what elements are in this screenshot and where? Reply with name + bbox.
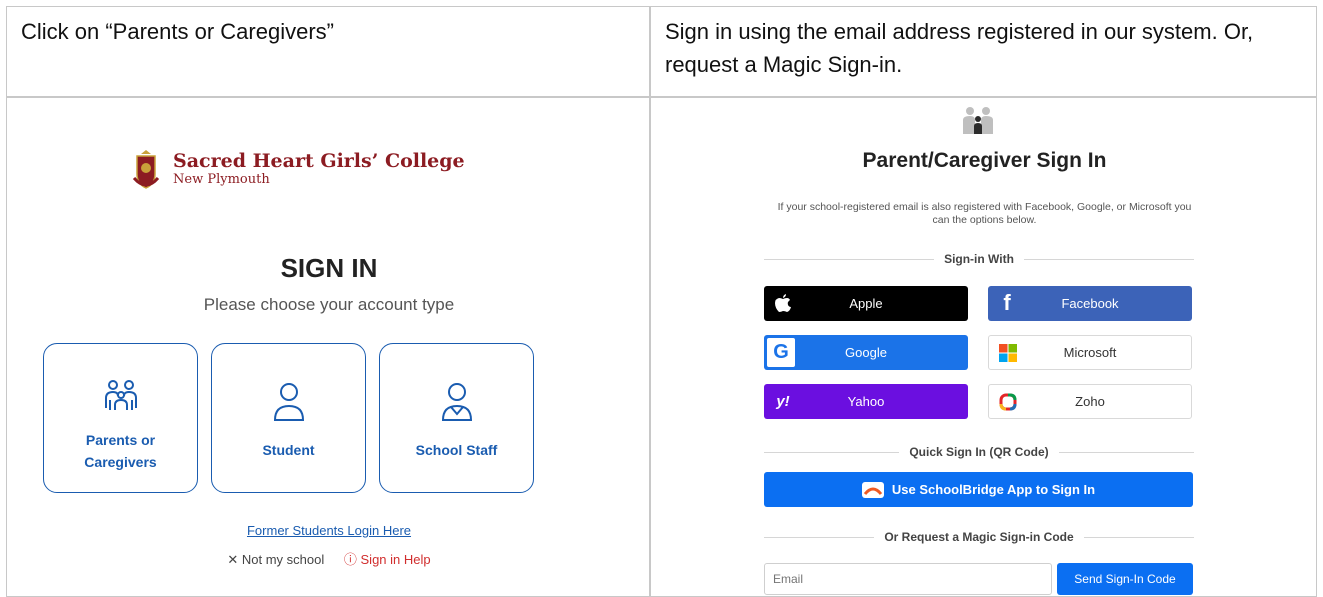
signin-with-divider: Sign-in With	[764, 252, 1194, 266]
schoolbridge-icon	[861, 481, 884, 498]
facebook-icon: f	[1003, 290, 1011, 315]
school-logo: Sacred Heart Girls’ College New Plymouth	[131, 148, 465, 190]
schoolbridge-app-label: Use SchoolBridge App to Sign In	[891, 482, 1096, 497]
magic-divider-label: Or Request a Magic Sign-in Code	[874, 530, 1084, 544]
zoho-icon	[997, 391, 1019, 413]
magic-divider: Or Request a Magic Sign-in Code	[764, 530, 1194, 544]
google-icon: G	[767, 338, 795, 367]
former-students-link[interactable]: Former Students Login Here	[7, 523, 649, 538]
instruction-cell-right: Sign in using the email address register…	[650, 6, 1317, 97]
student-label: Student	[262, 442, 315, 458]
school-staff-button[interactable]: School Staff	[379, 343, 534, 493]
microsoft-label: Microsoft	[1063, 345, 1117, 360]
student-button[interactable]: Student	[211, 343, 366, 493]
school-staff-label: School Staff	[415, 442, 498, 458]
school-location: New Plymouth	[173, 172, 270, 187]
instruction-text-right: Sign in using the email address register…	[665, 19, 1254, 77]
yahoo-icon: y!	[776, 392, 790, 410]
instruction-text-left: Click on “Parents or Caregivers”	[21, 19, 334, 44]
page-subtitle: Please choose your account type	[203, 295, 455, 314]
zoho-label: Zoho	[1075, 394, 1105, 409]
school-name: Sacred Heart Girls’ College	[173, 150, 465, 172]
family-icon	[104, 380, 137, 410]
qr-divider-label: Quick Sign In (QR Code)	[899, 445, 1059, 459]
apple-signin-button[interactable]: Apple	[764, 286, 968, 321]
staff-icon	[441, 383, 472, 421]
facebook-label: Facebook	[1061, 296, 1119, 311]
parents-label-line2: Caregivers	[84, 454, 157, 470]
user-icon	[273, 383, 304, 421]
qr-divider: Quick Sign In (QR Code)	[764, 445, 1194, 459]
family-icon	[963, 107, 993, 134]
signin-with-label: Sign-in With	[934, 252, 1024, 266]
page-title: SIGN IN	[280, 253, 378, 283]
email-input[interactable]	[764, 563, 1052, 595]
google-signin-button[interactable]: G Google	[764, 335, 968, 370]
signin-title: Parent/Caregiver Sign In	[862, 149, 1107, 172]
parents-caregivers-button[interactable]: Parents or Caregivers	[43, 343, 198, 493]
not-my-school-link[interactable]: ✕ Not my school	[227, 552, 324, 567]
close-icon: ✕	[227, 552, 242, 567]
yahoo-label: Yahoo	[847, 394, 885, 409]
send-signin-code-button[interactable]: Send Sign-In Code	[1057, 563, 1193, 595]
parents-label-line1: Parents or	[85, 432, 156, 448]
help-icon: ⓘ	[343, 552, 361, 567]
microsoft-icon	[997, 342, 1019, 364]
schoolbridge-app-button[interactable]: Use SchoolBridge App to Sign In	[764, 472, 1193, 507]
parent-signin-screenshot: Parent/Caregiver Sign In If your school-…	[650, 97, 1317, 597]
account-type-screenshot: Sacred Heart Girls’ College New Plymouth…	[6, 97, 650, 597]
school-crest-icon	[132, 150, 160, 189]
helper-links: ✕ Not my school ⓘ Sign in Help	[7, 549, 649, 568]
microsoft-signin-button[interactable]: Microsoft	[988, 335, 1192, 370]
instruction-cell-left: Click on “Parents or Caregivers”	[6, 6, 650, 97]
apple-icon	[772, 292, 794, 314]
facebook-signin-button[interactable]: f Facebook	[988, 286, 1192, 321]
signin-description: If your school-registered email is also …	[777, 201, 1192, 226]
apple-label: Apple	[849, 296, 883, 311]
zoho-signin-button[interactable]: Zoho	[988, 384, 1192, 419]
sign-in-help-link[interactable]: ⓘ Sign in Help	[344, 552, 431, 567]
yahoo-signin-button[interactable]: y! Yahoo	[764, 384, 968, 419]
